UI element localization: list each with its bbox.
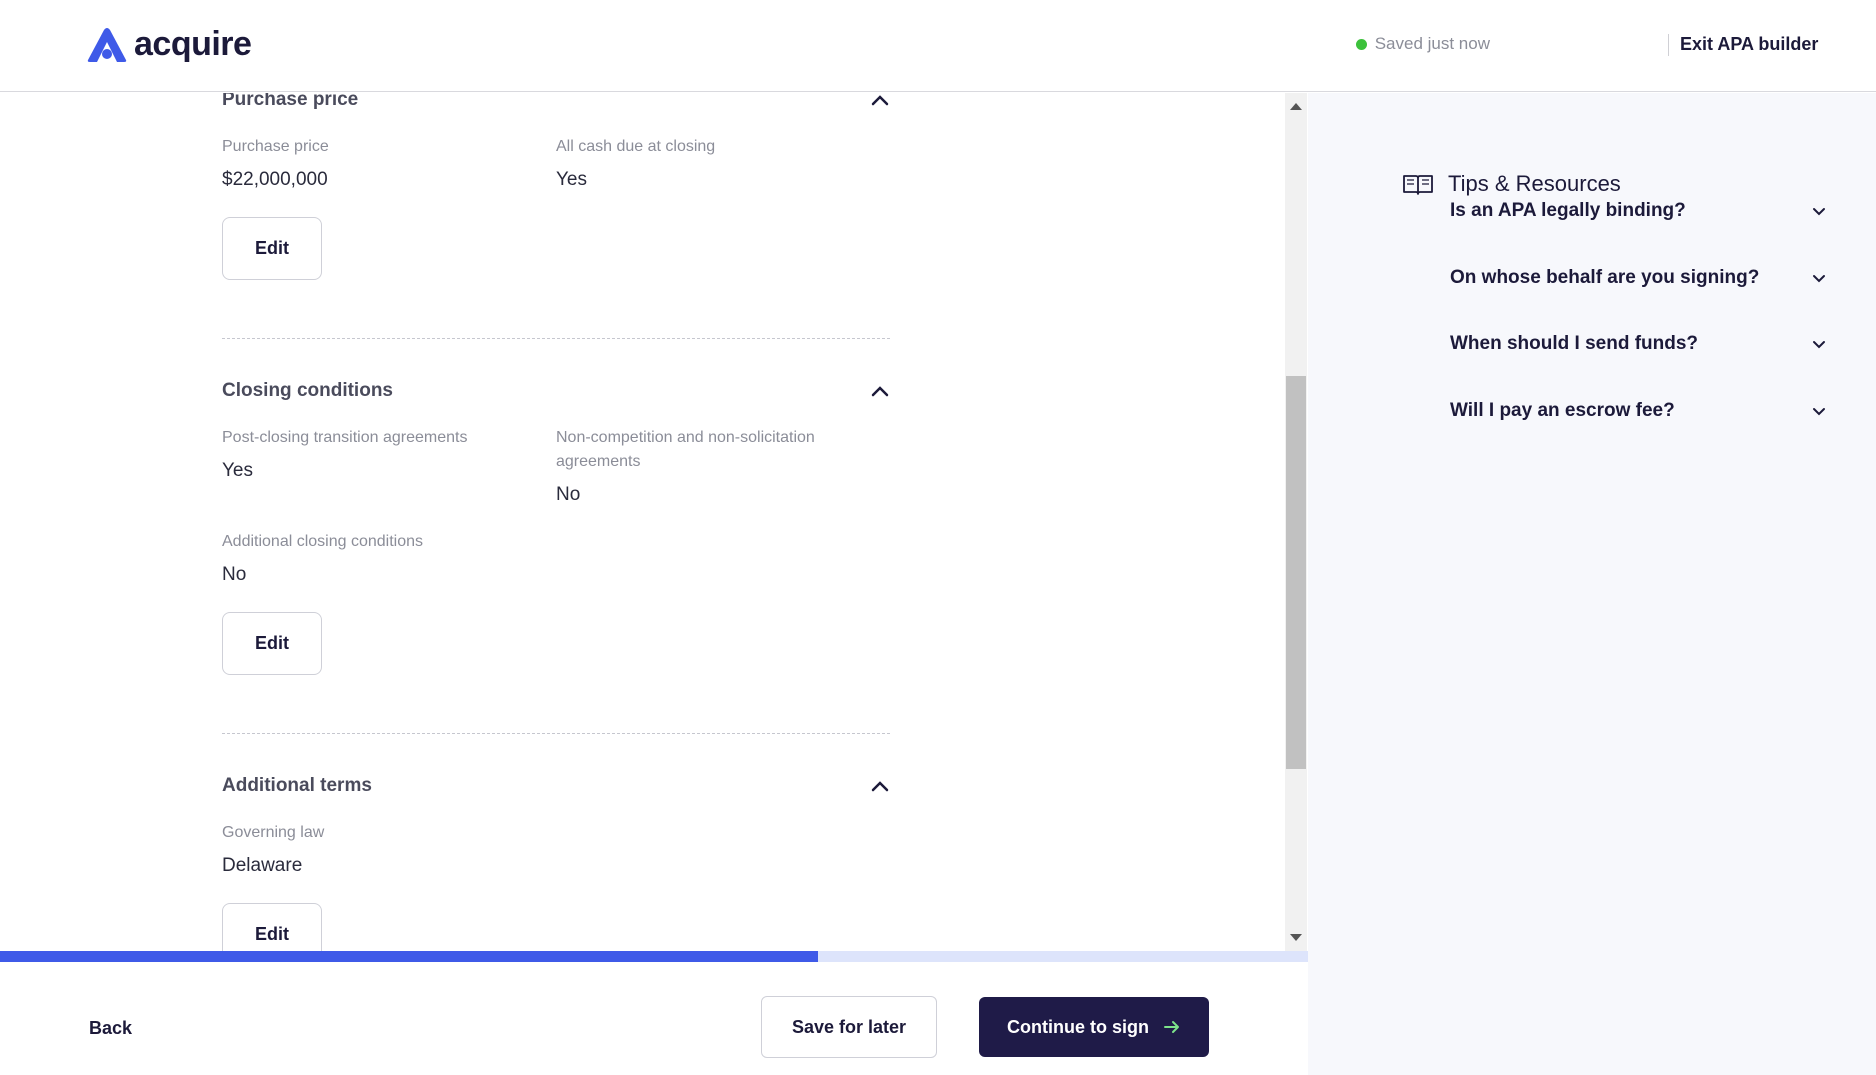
closing-conditions-section-title: Closing conditions (222, 380, 393, 401)
chevron-down-icon[interactable] (1812, 274, 1826, 283)
collapse-closing-conditions-chevron-up-icon[interactable] (870, 384, 890, 398)
edit-closing-conditions-button[interactable]: Edit (222, 612, 322, 675)
main-scrollbar[interactable] (1285, 93, 1307, 951)
field-label: Governing law (222, 824, 325, 841)
field-label: agreements (556, 453, 641, 470)
collapse-additional-terms-chevron-up-icon[interactable] (870, 779, 890, 793)
top-header: acquire Saved just now Exit APA builder (0, 0, 1876, 92)
header-divider (1668, 34, 1669, 56)
collapse-purchase-price-chevron-up-icon[interactable] (870, 93, 890, 107)
faq-question: Is an APA legally binding? (1450, 200, 1686, 221)
progress-bar-fill (0, 951, 818, 962)
faq-item[interactable]: When should I send funds? (1450, 333, 1826, 355)
faq-question: When should I send funds? (1450, 333, 1699, 354)
field-value: No (556, 484, 581, 505)
logo-text: acquire (134, 25, 252, 63)
logo-mark-icon (87, 28, 127, 62)
save-for-later-button[interactable]: Save for later (761, 996, 937, 1058)
field-label: Purchase price (222, 138, 329, 155)
field-label: Additional closing conditions (222, 533, 424, 550)
faq-item[interactable]: On whose behalf are you signing? (1450, 267, 1826, 289)
save-status: Saved just now (1355, 34, 1490, 54)
main-scroll-area[interactable]: Purchase price Purchase price $22,000,00… (0, 93, 1284, 951)
scroll-down-arrow-icon[interactable] (1290, 934, 1302, 941)
purchase-price-section-title: Purchase price (222, 93, 359, 110)
continue-to-sign-label: Continue to sign (1007, 1016, 1149, 1037)
acquire-logo[interactable]: acquire (84, 25, 252, 63)
edit-additional-terms-button[interactable]: Edit (222, 903, 322, 951)
edit-purchase-price-button[interactable]: Edit (222, 217, 322, 280)
back-button[interactable]: Back (89, 1018, 132, 1039)
field-value: Yes (222, 460, 253, 481)
faq-question: Will I pay an escrow fee? (1450, 400, 1675, 421)
arrow-right-icon (1163, 1021, 1179, 1033)
field-label: All cash due at closing (556, 138, 716, 155)
scroll-thumb[interactable] (1286, 376, 1306, 769)
chevron-down-icon[interactable] (1812, 207, 1826, 216)
field-label: Non-competition and non-solicitation (556, 429, 815, 446)
saved-status-dot-icon (1355, 38, 1367, 50)
field-label: Post-closing transition agreements (222, 429, 468, 446)
scroll-up-arrow-icon[interactable] (1290, 103, 1302, 110)
faq-question: On whose behalf are you signing? (1450, 267, 1760, 288)
continue-to-sign-button[interactable]: Continue to sign (979, 997, 1209, 1057)
save-status-text: Saved just now (1374, 34, 1490, 53)
field-value: No (222, 564, 247, 585)
open-book-icon (1403, 175, 1433, 195)
tips-header: Tips & Resources (1402, 171, 1621, 197)
section-divider (222, 733, 890, 734)
chevron-down-icon[interactable] (1812, 340, 1826, 349)
chevron-down-icon[interactable] (1812, 407, 1826, 416)
tips-sidebar: Tips & Resources Is an APA legally bindi… (1308, 93, 1876, 1075)
tips-title: Tips & Resources (1448, 171, 1621, 196)
field-value: Yes (556, 169, 587, 190)
field-value: Delaware (222, 855, 303, 876)
additional-terms-section-title: Additional terms (222, 775, 372, 796)
field-value: $22,000,000 (222, 169, 328, 190)
faq-item[interactable]: Is an APA legally binding? (1450, 200, 1826, 222)
progress-bar (0, 951, 1308, 962)
section-divider (222, 338, 890, 339)
exit-apa-builder-link[interactable]: Exit APA builder (1680, 34, 1818, 55)
faq-item[interactable]: Will I pay an escrow fee? (1450, 400, 1826, 422)
